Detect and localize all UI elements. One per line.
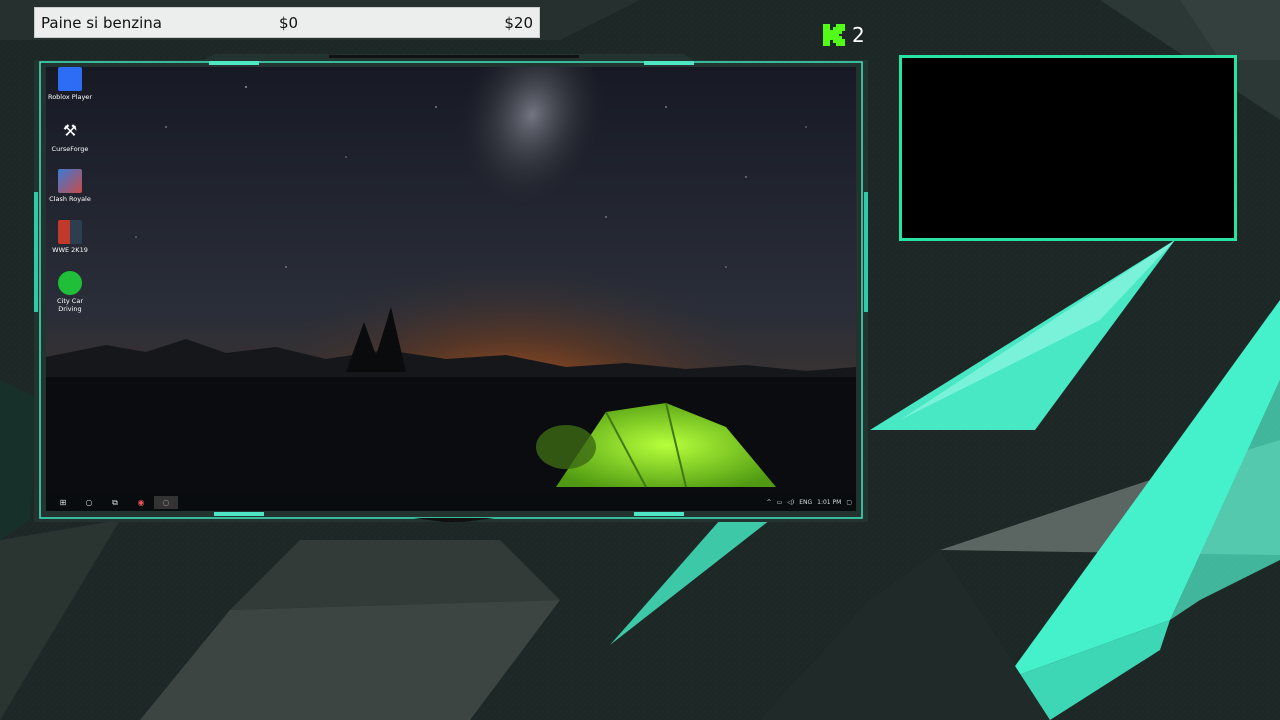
- start-icon[interactable]: ⊞: [56, 496, 70, 509]
- browser-icon[interactable]: ◉: [134, 496, 148, 509]
- desktop-icon-clash-royale[interactable]: Clash Royale: [46, 169, 94, 203]
- desktop-icon-roblox[interactable]: Roblox Player: [46, 67, 94, 101]
- donation-goal-bar: Paine si benzina $0 $20: [34, 7, 540, 38]
- goal-current-amount: $0: [279, 14, 299, 32]
- desktop-icon-label: CurseForge: [51, 145, 89, 153]
- clock[interactable]: 1:01 PM: [817, 499, 841, 506]
- desktop-icon-label: Clash Royale: [49, 195, 91, 203]
- viewer-counter: 2: [822, 22, 865, 48]
- notification-icon[interactable]: ▢: [846, 499, 852, 506]
- desktop-wallpaper: [46, 67, 856, 511]
- webcam-frame: [899, 55, 1237, 241]
- chevron-up-icon[interactable]: ^: [767, 499, 772, 506]
- desktop-icon-label: City Car Driving: [57, 297, 83, 313]
- curseforge-icon: ⚒: [62, 121, 78, 140]
- desktop-capture: Roblox Player ⚒ CurseForge Clash Royale …: [46, 67, 856, 511]
- desktop-icon-curseforge[interactable]: ⚒ CurseForge: [46, 119, 94, 153]
- city-car-driving-icon: [58, 271, 82, 295]
- search-icon[interactable]: ○: [82, 496, 96, 509]
- task-view-icon[interactable]: ⧉: [108, 496, 122, 509]
- clash-royale-icon: [58, 169, 82, 193]
- taskbar: ⊞ ○ ⧉ ◉ ◌ ^ ▭ ◁) ENG 1:01 PM ▢: [46, 494, 856, 511]
- viewer-count: 2: [852, 23, 865, 47]
- desktop-icon-label: WWE 2K19: [52, 246, 88, 254]
- roblox-icon: [58, 67, 82, 91]
- system-tray: ^ ▭ ◁) ENG 1:01 PM ▢: [767, 494, 852, 511]
- desktop-icon-city-car-driving[interactable]: City Car Driving: [46, 271, 94, 313]
- kick-logo-icon: [823, 24, 845, 46]
- wwe-icon: [58, 220, 82, 244]
- volume-icon[interactable]: ◁): [787, 499, 794, 506]
- desktop-icon-wwe[interactable]: WWE 2K19: [46, 220, 94, 254]
- goal-target-amount: $20: [504, 14, 533, 32]
- network-icon[interactable]: ▭: [777, 499, 783, 506]
- goal-title: Paine si benzina: [41, 14, 162, 32]
- language-indicator[interactable]: ENG: [799, 499, 812, 506]
- desktop-icon-label: Roblox Player: [47, 93, 93, 101]
- app-icon[interactable]: ◌: [154, 496, 178, 509]
